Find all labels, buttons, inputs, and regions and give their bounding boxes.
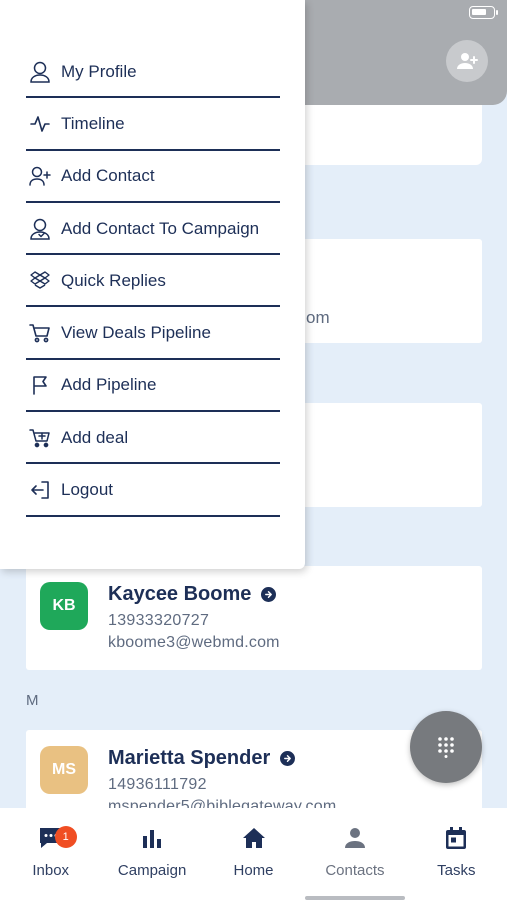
cart-plus-icon [29,427,51,449]
nav-label: Inbox [32,862,70,879]
dropdown-menu: My Profile Timeline Add Contact Add Cont… [0,0,305,569]
menu-item-quick-replies[interactable]: Quick Replies [26,255,280,308]
logout-icon [29,479,51,501]
menu-item-add-deal[interactable]: Add deal [26,412,280,465]
contact-email-partial: om [306,308,330,327]
bottom-nav: 1 Inbox Campaign Home Contacts Tasks [0,808,507,900]
menu-list: My Profile Timeline Add Contact Add Cont… [26,46,280,517]
nav-inbox[interactable]: 1 Inbox [0,808,101,900]
user-campaign-icon [29,218,51,240]
menu-item-my-profile[interactable]: My Profile [26,46,280,99]
menu-item-label: Add deal [61,427,129,447]
contact-phone: 14936111792 [108,776,207,793]
dialpad-button[interactable] [410,711,482,783]
contact-name: Marietta Spender [108,747,296,770]
nav-label: Home [233,862,274,879]
section-header: M [26,692,39,709]
calendar-icon [442,824,470,852]
menu-item-add-contact[interactable]: Add Contact [26,151,280,203]
nav-campaign[interactable]: Campaign [101,808,202,900]
menu-item-logout[interactable]: Logout [26,464,280,517]
user-plus-icon [29,165,51,187]
chat-icon: 1 [37,824,77,852]
unread-badge: 1 [54,826,77,848]
home-indicator [305,896,405,900]
dropbox-icon [29,270,51,292]
menu-item-label: My Profile [61,61,137,81]
menu-item-label: Add Pipeline [61,375,157,395]
person-icon [341,824,369,852]
dialpad-icon [438,737,454,758]
bar-chart-icon [138,824,166,852]
contact-name-text: Kaycee Boome [108,583,252,605]
nav-contacts[interactable]: Contacts [304,808,405,900]
nav-tasks[interactable]: Tasks [406,808,507,900]
cart-icon [29,322,51,344]
avatar: KB [40,582,88,630]
contact-email: kboome3@webmd.com [108,634,280,651]
add-contact-button[interactable] [446,40,488,82]
menu-item-view-deals-pipeline[interactable]: View Deals Pipeline [26,307,280,360]
user-icon [29,61,51,83]
menu-item-label: View Deals Pipeline [61,323,211,343]
flag-icon [29,374,51,396]
contact-card[interactable]: KB Kaycee Boome 13933320727 kboome3@webm… [26,566,482,670]
contact-phone: 13933320727 [108,612,210,629]
menu-item-label: Quick Replies [61,270,166,290]
menu-item-add-contact-to-campaign[interactable]: Add Contact To Campaign [26,203,280,256]
contact-name: Kaycee Boome [108,583,277,606]
avatar: MS [40,746,88,794]
nav-label: Campaign [117,862,187,879]
menu-item-label: Add Contact To Campaign [61,218,260,238]
user-plus-icon [457,53,478,69]
battery-icon [469,6,498,19]
menu-item-label: Timeline [61,113,125,133]
menu-item-add-pipeline[interactable]: Add Pipeline [26,360,280,413]
nav-label: Tasks [437,862,476,879]
arrow-right-circle-icon[interactable] [280,751,296,766]
menu-item-label: Logout [61,480,113,500]
arrow-right-circle-icon[interactable] [261,587,277,602]
menu-item-timeline[interactable]: Timeline [26,98,280,151]
contact-name-text: Marietta Spender [108,747,271,769]
home-icon [240,824,268,852]
activity-icon [29,113,51,135]
nav-label: Contacts [325,862,385,879]
nav-home[interactable]: Home [203,808,304,900]
menu-item-label: Add Contact [61,166,155,186]
